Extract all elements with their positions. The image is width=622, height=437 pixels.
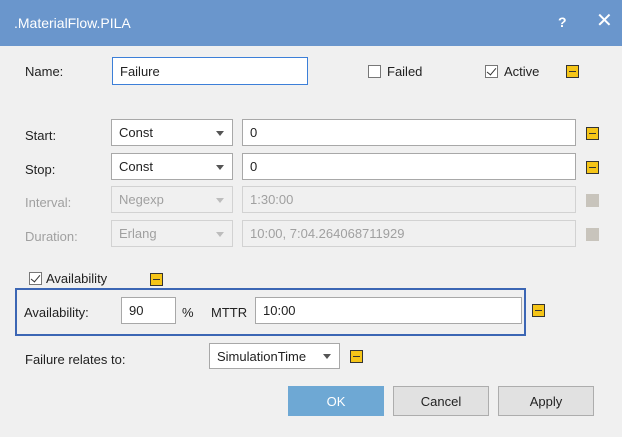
relates-inherit-marker-icon[interactable] — [350, 350, 363, 363]
window-title: .MaterialFlow.PILA — [14, 15, 131, 31]
interval-mode-value: Negexp — [119, 192, 164, 207]
interval-mode-select[interactable]: Negexp — [111, 186, 233, 213]
relates-value: SimulationTime — [217, 348, 307, 364]
name-input[interactable]: Failure — [112, 57, 308, 85]
close-icon[interactable]: ✕ — [596, 11, 613, 31]
chevron-down-icon — [216, 231, 224, 237]
chevron-down-icon — [323, 354, 331, 359]
help-button[interactable]: ? — [558, 14, 567, 30]
availability-checkbox-label: Availability — [46, 271, 108, 286]
chevron-down-icon — [216, 164, 224, 170]
interval-value-input[interactable]: 1:30:00 — [242, 186, 576, 213]
active-label: Active — [504, 64, 540, 79]
stop-mode-select[interactable]: Const — [111, 153, 233, 180]
start-label: Start: — [25, 128, 57, 143]
start-value-input[interactable]: 0 — [242, 119, 576, 146]
chevron-down-icon — [216, 197, 224, 203]
title-bar: .MaterialFlow.PILA ? ✕ — [0, 0, 622, 46]
availability-label: Availability: — [24, 305, 89, 320]
duration-inherit-marker-icon — [586, 228, 599, 241]
failed-label: Failed — [387, 64, 423, 79]
cancel-button[interactable]: Cancel — [393, 386, 489, 416]
relates-select[interactable]: SimulationTime — [209, 343, 340, 369]
mttr-input[interactable]: 10:00 — [255, 297, 522, 324]
stop-inherit-marker-icon[interactable] — [586, 161, 599, 174]
mttr-label: MTTR — [211, 305, 248, 320]
duration-mode-select[interactable]: Erlang — [111, 220, 233, 247]
mttr-inherit-marker-icon[interactable] — [532, 304, 545, 317]
name-label: Name: — [25, 64, 64, 79]
stop-value-input[interactable]: 0 — [242, 153, 576, 180]
chevron-down-icon — [216, 130, 224, 136]
active-inherit-marker-icon[interactable] — [566, 65, 579, 78]
duration-value-input[interactable]: 10:00, 7:04.264068711929 — [242, 220, 576, 247]
relates-label: Failure relates to: — [25, 352, 126, 367]
failure-dialog: .MaterialFlow.PILA ? ✕ Name: Failure Fai… — [0, 0, 622, 437]
active-checkbox[interactable] — [485, 65, 498, 78]
ok-button[interactable]: OK — [288, 386, 384, 416]
apply-button[interactable]: Apply — [498, 386, 594, 416]
stop-mode-value: Const — [119, 159, 153, 174]
start-inherit-marker-icon[interactable] — [586, 127, 599, 140]
duration-label: Duration: — [25, 229, 78, 244]
failed-checkbox[interactable] — [368, 65, 381, 78]
availability-inherit-marker-icon[interactable] — [150, 273, 163, 286]
interval-label: Interval: — [25, 195, 72, 210]
start-mode-select[interactable]: Const — [111, 119, 233, 146]
start-mode-value: Const — [119, 125, 153, 140]
availability-unit: % — [182, 305, 194, 320]
interval-inherit-marker-icon — [586, 194, 599, 207]
duration-mode-value: Erlang — [119, 226, 157, 241]
stop-label: Stop: — [25, 162, 56, 177]
availability-input[interactable]: 90 — [121, 297, 176, 324]
availability-checkbox[interactable] — [29, 272, 42, 285]
